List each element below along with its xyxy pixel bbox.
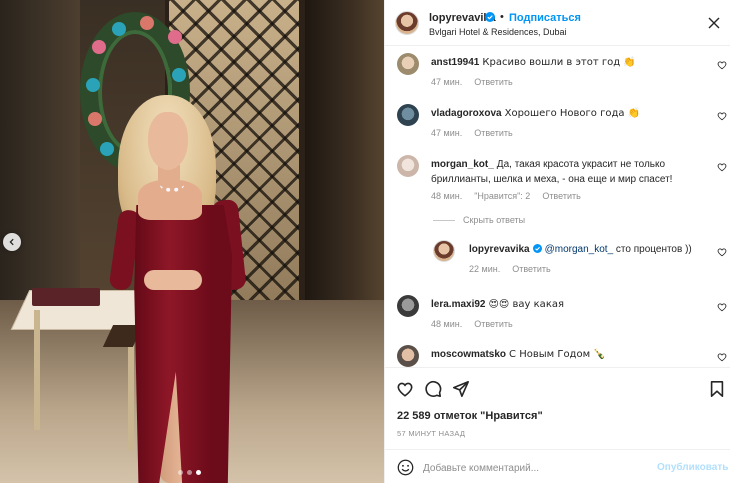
verified-badge-icon bbox=[485, 12, 495, 22]
post-location[interactable]: Bvlgari Hotel & Residences, Dubai bbox=[429, 27, 567, 37]
heart-icon[interactable] bbox=[717, 162, 727, 172]
comment-text: сто процентов )) bbox=[613, 244, 692, 255]
comments-list[interactable]: anst19941 Красиво вошли в этот год 👏 47 м… bbox=[385, 47, 730, 367]
commenter-avatar[interactable] bbox=[397, 53, 419, 75]
reply-button[interactable]: Ответить bbox=[542, 191, 580, 201]
comment-username[interactable]: lopyrevavika bbox=[469, 244, 530, 255]
photo-necklace bbox=[160, 178, 184, 192]
table-leg bbox=[34, 310, 40, 430]
chevron-left-icon bbox=[9, 238, 14, 246]
verified-badge-icon bbox=[532, 244, 542, 253]
comment-username[interactable]: morgan_kot_ bbox=[431, 159, 494, 170]
reply-button[interactable]: Ответить bbox=[474, 128, 512, 138]
heart-icon[interactable] bbox=[396, 380, 414, 398]
reply-button[interactable]: Ответить bbox=[474, 77, 512, 87]
photo-face bbox=[148, 112, 188, 170]
comment-body: anst19941 Красиво вошли в этот год 👏 bbox=[431, 55, 701, 70]
comment-username[interactable]: lera.maxi92 bbox=[431, 299, 486, 310]
ornament bbox=[92, 40, 106, 54]
carousel-dot bbox=[187, 470, 192, 475]
more-options-icon[interactable] bbox=[707, 16, 721, 30]
photo-hands bbox=[144, 270, 202, 290]
comment-icon[interactable] bbox=[424, 380, 442, 398]
reply-button[interactable]: Ответить bbox=[512, 264, 550, 274]
post-header: lopyrevavika • Подписаться Bvlgari Hotel… bbox=[385, 0, 730, 46]
carousel-indicator bbox=[178, 470, 201, 475]
commenter-avatar[interactable] bbox=[397, 104, 419, 126]
comment-input[interactable] bbox=[423, 458, 645, 478]
comment-mention[interactable]: @morgan_kot_ bbox=[545, 244, 614, 255]
author-avatar[interactable] bbox=[395, 11, 419, 35]
heart-icon[interactable] bbox=[717, 60, 727, 70]
header-separator: • bbox=[500, 11, 504, 23]
comment-body: vladagoroxova Хорошего Нового года 👏 bbox=[431, 106, 701, 121]
share-icon[interactable] bbox=[452, 380, 470, 398]
follow-button[interactable]: Подписаться bbox=[509, 12, 581, 24]
heart-icon[interactable] bbox=[717, 352, 727, 362]
comment-body: morgan_kot_ Да, такая красота украсит не … bbox=[431, 157, 701, 187]
comment-body: moscowmatsko С Новым Годом 🍾 bbox=[431, 347, 701, 362]
comment-text: Красиво вошли в этот год 👏 bbox=[482, 57, 636, 68]
commenter-avatar[interactable] bbox=[397, 345, 419, 367]
comment-text: Хорошего Нового года 👏 bbox=[504, 108, 641, 119]
ornament bbox=[168, 30, 182, 44]
heart-icon[interactable] bbox=[717, 247, 727, 257]
commenter-avatar[interactable] bbox=[397, 155, 419, 177]
publish-button[interactable]: Опубликовать bbox=[657, 462, 728, 473]
carousel-dot bbox=[178, 470, 183, 475]
ornament bbox=[140, 16, 154, 30]
carousel-dot-active bbox=[196, 470, 201, 475]
comment-text: С Новым Годом 🍾 bbox=[509, 349, 606, 360]
comment-likes-count[interactable]: "Нравится": 2 bbox=[474, 191, 530, 201]
comment-time: 48 мин. bbox=[431, 319, 463, 329]
comment-text: 😍😍 вау какая bbox=[488, 299, 565, 310]
reply-divider-line bbox=[433, 219, 455, 221]
heart-icon[interactable] bbox=[717, 111, 727, 121]
commenter-avatar[interactable] bbox=[433, 240, 455, 262]
post-sidebar: lopyrevavika • Подписаться Bvlgari Hotel… bbox=[384, 0, 730, 483]
comment-meta: 22 мин. Ответить bbox=[469, 264, 551, 274]
post-timestamp: 57 минут назад bbox=[397, 429, 466, 438]
ornament bbox=[100, 142, 114, 156]
photo-book bbox=[32, 288, 100, 306]
comment-meta: 47 мин. Ответить bbox=[431, 77, 513, 87]
post-actions: 22 589 отметок "Нравится" 57 минут назад… bbox=[385, 367, 730, 483]
comment-username[interactable]: moscowmatsko bbox=[431, 349, 506, 360]
ornament bbox=[88, 112, 102, 126]
comment-time: 47 мин. bbox=[431, 77, 463, 87]
ornament bbox=[112, 22, 126, 36]
likes-count[interactable]: 22 589 отметок "Нравится" bbox=[397, 410, 543, 422]
hide-replies-label: Скрыть ответы bbox=[463, 215, 526, 225]
comment-meta: 48 мин. Ответить bbox=[431, 319, 513, 329]
heart-icon[interactable] bbox=[717, 302, 727, 312]
comment-username[interactable]: anst19941 bbox=[431, 57, 479, 68]
ornament bbox=[86, 78, 100, 92]
comment-composer: Опубликовать bbox=[385, 449, 730, 483]
comment-body: lera.maxi92 😍😍 вау какая bbox=[431, 297, 701, 312]
photo-red-dress bbox=[134, 205, 232, 483]
reply-button[interactable]: Ответить bbox=[474, 319, 512, 329]
comment-time: 22 мин. bbox=[469, 264, 501, 274]
table-leg bbox=[128, 330, 134, 450]
comment-meta: 48 мин. "Нравится": 2 Ответить bbox=[431, 191, 581, 201]
comment-time: 48 мин. bbox=[431, 191, 463, 201]
comment-meta: 47 мин. Ответить bbox=[431, 128, 513, 138]
comment-username[interactable]: vladagoroxova bbox=[431, 108, 502, 119]
comment-body: lopyrevavika @morgan_kot_ сто процентов )… bbox=[469, 242, 704, 257]
comment-time: 47 мин. bbox=[431, 128, 463, 138]
ornament bbox=[172, 68, 186, 82]
bookmark-icon[interactable] bbox=[708, 380, 726, 398]
post-photo[interactable] bbox=[0, 0, 384, 483]
commenter-avatar[interactable] bbox=[397, 295, 419, 317]
emoji-icon[interactable] bbox=[397, 459, 414, 476]
hide-replies-button[interactable]: Скрыть ответы bbox=[433, 215, 525, 225]
carousel-prev-button[interactable] bbox=[3, 233, 21, 251]
